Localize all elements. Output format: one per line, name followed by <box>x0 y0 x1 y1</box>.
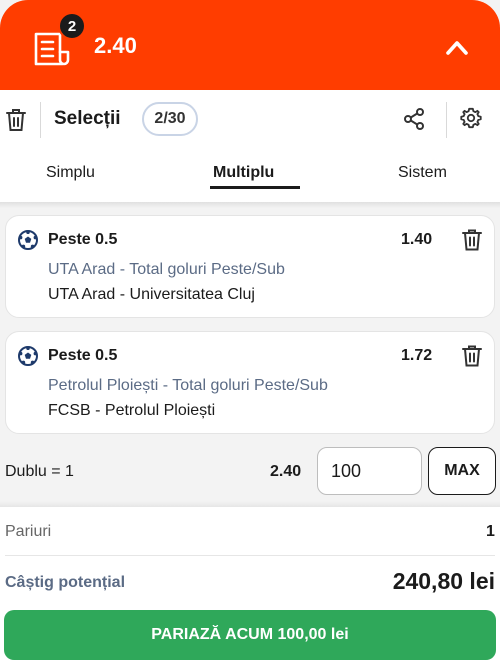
tab-simplu[interactable]: Simplu <box>46 164 95 182</box>
betslip-footer: Pariuri 1 Câștig potențial 240,80 lei PA… <box>0 507 500 663</box>
trash-icon[interactable] <box>462 345 482 367</box>
football-icon <box>18 230 38 250</box>
chevron-up-icon[interactable] <box>442 34 472 60</box>
betslip-header: Selecții 2/30 Simplu Multiplu Sistem <box>0 90 500 202</box>
active-tab-indicator <box>210 186 300 189</box>
combination-odds: 2.40 <box>270 463 302 480</box>
trash-icon[interactable] <box>462 229 482 251</box>
stake-input[interactable] <box>317 447 422 495</box>
total-odds: 2.40 <box>94 33 137 58</box>
tab-sistem[interactable]: Sistem <box>398 164 447 182</box>
football-icon <box>18 346 38 366</box>
selection-odds: 1.72 <box>401 347 433 364</box>
tab-multiplu[interactable]: Multiplu <box>213 164 274 182</box>
divider <box>446 102 447 138</box>
divider <box>40 102 41 138</box>
selection-count-badge: 2 <box>58 12 86 40</box>
bets-count: 1 <box>486 523 495 540</box>
stake-row: Dublu = 1 2.40 MAX <box>0 446 500 496</box>
event-name: FCSB - Petrolul Ploiești <box>48 402 216 419</box>
selection-card: Peste 0.5 1.40 UTA Arad - Total goluri P… <box>5 215 495 318</box>
combination-label: Dublu = 1 <box>5 463 74 480</box>
selection-card: Peste 0.5 1.72 Petrolul Ploiești - Total… <box>5 331 495 434</box>
selection-description: Petrolul Ploiești - Total goluri Peste/S… <box>48 377 328 394</box>
betslip-toggle-bar[interactable]: 2 2.40 <box>0 0 500 90</box>
share-icon[interactable] <box>403 108 425 130</box>
event-name: UTA Arad - Universitatea Cluj <box>48 286 255 303</box>
header-shadow <box>0 202 500 208</box>
selection-description: UTA Arad - Total goluri Peste/Sub <box>48 261 285 278</box>
bets-label: Pariuri <box>5 523 52 540</box>
gear-icon[interactable] <box>460 107 482 129</box>
betslip-title: Selecții <box>54 108 121 129</box>
max-stake-button[interactable]: MAX <box>428 447 496 495</box>
potential-win-amount: 240,80 lei <box>392 568 495 594</box>
trash-icon[interactable] <box>6 108 26 132</box>
selection-count-pill: 2/30 <box>142 102 198 136</box>
market-name: Peste 0.5 <box>48 347 118 364</box>
divider <box>5 555 495 556</box>
market-name: Peste 0.5 <box>48 231 118 248</box>
place-bet-button[interactable]: PARIAZĂ ACUM 100,00 lei <box>4 610 496 660</box>
selection-odds: 1.40 <box>401 231 433 248</box>
potential-win-label: Câștig potențial <box>5 574 126 591</box>
